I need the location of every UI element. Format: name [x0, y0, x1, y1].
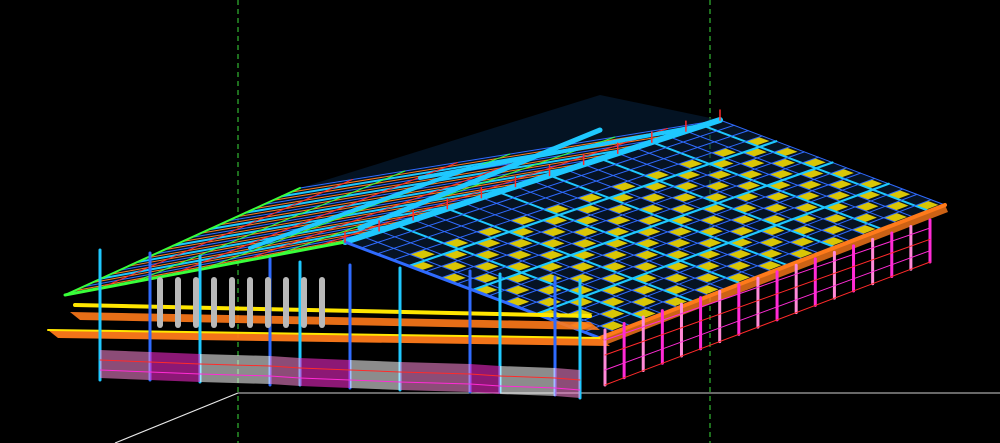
front-wall-panel	[400, 362, 470, 392]
front-wall-panel	[500, 366, 555, 396]
front-wall-panel	[300, 358, 350, 388]
front-wall-panel	[150, 352, 200, 382]
front-wall-panel	[200, 354, 270, 384]
front-wall-panel	[100, 350, 150, 380]
structural-steel-model[interactable]	[0, 0, 1000, 443]
front-wall-panel	[270, 356, 300, 386]
front-wall-panel	[555, 368, 580, 398]
front-wall-panel	[470, 364, 500, 394]
front-wall-panel	[350, 360, 400, 390]
3d-model-viewport[interactable]	[0, 0, 1000, 443]
